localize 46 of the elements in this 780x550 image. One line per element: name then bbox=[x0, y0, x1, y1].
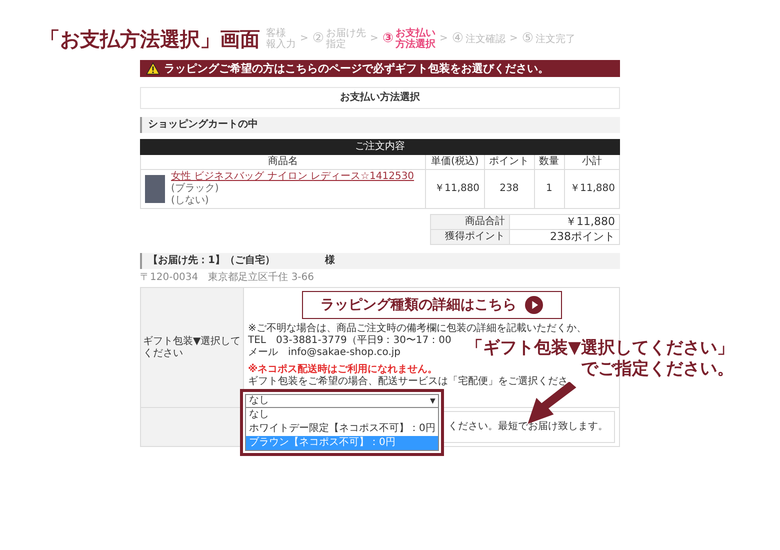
step-separator: > bbox=[300, 33, 308, 45]
progress-step: ⑤ 注文完了 bbox=[522, 32, 576, 46]
column-header: 小計 bbox=[564, 154, 620, 170]
note-text: TEL 03-3881-3779（平日9：30〜17：00 bbox=[248, 335, 452, 347]
honorific-text: 様 bbox=[324, 255, 335, 267]
step-separator: > bbox=[510, 33, 518, 45]
total-label: 獲得ポイント bbox=[430, 230, 510, 244]
section-title: お支払い方法選択 bbox=[140, 87, 620, 109]
note-text: ギフト包装をご希望の場合、配送サービスは「宅配便」をご選択くださ bbox=[248, 376, 568, 388]
warning-text: ※ネコポス配送時はご利用になれません。 bbox=[248, 364, 438, 376]
column-header: 数量 bbox=[534, 154, 564, 170]
step-separator: > bbox=[370, 33, 378, 45]
product-option: (ブラック) bbox=[171, 183, 414, 195]
total-value: ￥11,880 bbox=[510, 214, 620, 230]
step-separator: > bbox=[439, 33, 448, 45]
page-title: 「お支払方法選択」画面 bbox=[40, 26, 260, 52]
column-header: 単価(税込) bbox=[426, 154, 484, 170]
delivery-heading: 【お届け先：1】（ご自宅） bbox=[148, 255, 275, 267]
play-icon bbox=[524, 296, 542, 314]
address-text: 〒120-0034 東京都足立区千住 3-66 bbox=[140, 272, 316, 284]
cart-heading: ショッピングカートの中 bbox=[140, 117, 620, 133]
note-text: メール info@sakae-shop.co.jp bbox=[248, 347, 401, 359]
dropdown-option[interactable]: なし bbox=[246, 408, 438, 422]
total-value: 238ポイント bbox=[510, 230, 620, 244]
table-cell: 238 bbox=[484, 170, 534, 208]
note-text: ください。最短でお届け致します。 bbox=[448, 421, 608, 433]
total-label: 商品合計 bbox=[430, 214, 510, 230]
callout-text: でご指定ください。 bbox=[581, 359, 734, 380]
progress-step: 客様 報入力 bbox=[266, 28, 296, 50]
table-title: ご注文内容 bbox=[140, 140, 620, 154]
wrapping-details-button[interactable]: ラッピング種類の詳細はこちら bbox=[302, 291, 562, 319]
callout-text: 「ギフト包装▼選択してください」 bbox=[466, 338, 734, 359]
warning-icon bbox=[146, 62, 160, 75]
progress-step: ④ 注文確認 bbox=[452, 32, 506, 46]
photo-placeholder bbox=[145, 175, 165, 203]
field-label: ギフト包装▼選択してください bbox=[140, 288, 244, 408]
table-cell: 1 bbox=[534, 170, 564, 208]
table-cell: ￥11,880 bbox=[564, 170, 620, 208]
column-header: ポイント bbox=[484, 154, 534, 170]
notice-text: ラッピングご希望の方はこちらのページで必ずギフト包装をお選びください。 bbox=[164, 62, 549, 75]
dropdown-option[interactable]: ホワイトデー限定【ネコポス不可】：0円 bbox=[246, 422, 438, 436]
note-text: ※ご不明な場合は、商品ご注文時の備考欄に包装の詳細を記載いただくか、 bbox=[248, 323, 586, 335]
table-cell: ￥11,880 bbox=[426, 170, 484, 208]
product-link[interactable]: 女性 ビジネスバッグ ナイロン レディース☆1412530 bbox=[171, 171, 414, 183]
column-header: 商品名 bbox=[140, 154, 426, 170]
product-option: (しない) bbox=[171, 195, 414, 207]
